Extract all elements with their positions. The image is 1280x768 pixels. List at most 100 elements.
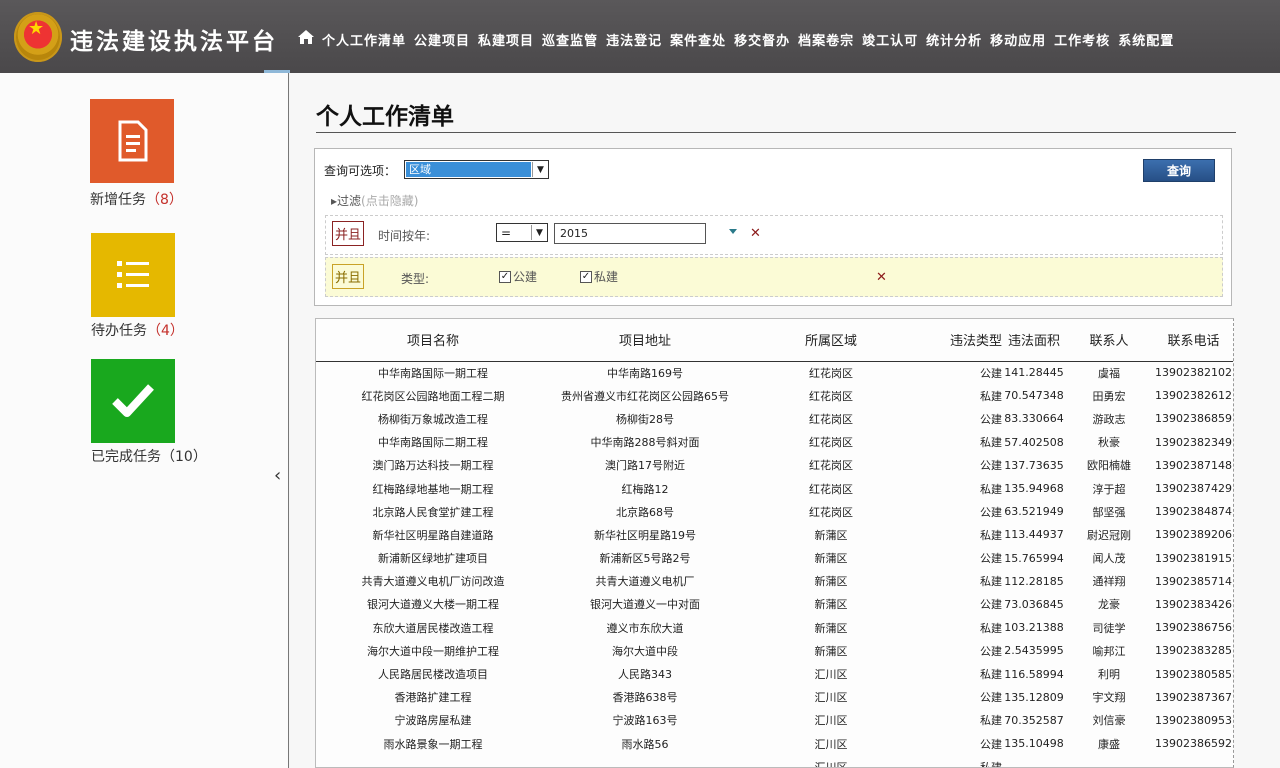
table-row[interactable]: 东欣大道居民楼改造工程 遵义市东欣大道 新蒲区 私建 103.21388 司徒学 13902… [316,616,1233,639]
table-cell: 13902382612 [1155,389,1232,403]
table-cell: 公建 [980,505,1002,519]
table-row[interactable]: 香港路扩建工程 香港路638号 汇川区 公建 135.12809 宇文翔 139023873… [316,686,1233,709]
year-input[interactable]: 2015 [554,223,706,244]
table-cell: 135.12809 [1004,690,1064,704]
table-row[interactable]: 新浦新区绿地扩建项目 新浦新区5号路2号 新蒲区 公建 15.765994 闻人茂 1390… [316,547,1233,570]
table-cell: 杨柳街28号 [616,412,674,426]
nav-item-patrol[interactable]: 巡查监管 [542,30,606,49]
table-cell: 公建 [980,459,1002,473]
year-field-label: 时间按年: [378,229,431,243]
table-cell: 135.94968 [1004,482,1064,496]
table-cell: 尉迟冠刚 [1087,528,1131,542]
completed-task-label[interactable]: 已完成任务（10） [91,446,207,466]
table-cell: 新浦新区绿地扩建项目 [378,552,488,566]
home-icon[interactable] [296,27,316,47]
pending-task-tile[interactable] [91,233,175,317]
table-cell: 公建 [980,737,1002,751]
table-row[interactable]: 共青大道遵义电机厂访问改造 共青大道遵义电机厂 新蒲区 私建 112.28185 通祥翔 1… [316,570,1233,593]
nav-item-statistics[interactable]: 统计分析 [926,30,990,49]
table-cell: 公建 [980,691,1002,705]
nav-item-assessment[interactable]: 工作考核 [1054,30,1118,49]
table-cell: 57.402508 [1004,435,1064,449]
table-cell: 遵义市东欣大道 [606,621,684,635]
nav-item-transfer[interactable]: 移交督办 [734,30,798,49]
table-cell: 私建 [980,436,1002,450]
nav-item-violation-register[interactable]: 违法登记 [606,30,670,49]
query-option-select[interactable]: 区域 ▼ [404,160,549,179]
new-task-tile[interactable] [90,99,174,183]
remove-condition-icon[interactable]: ✕ [876,270,887,285]
table-cell: 13902383285 [1155,644,1232,658]
table-row[interactable]: 北京路人民食堂扩建工程 北京路68号 红花岗区 公建 63.521949 郜坚强 13902… [316,500,1233,523]
table-cell: 汇川区 [814,737,848,751]
table-cell: 公建 [980,366,1002,380]
completed-task-tile[interactable] [91,359,175,443]
column-header[interactable]: 违法类型 [922,319,1002,362]
table-cell: 宁波路房屋私建 [394,714,472,728]
nav-item-settings[interactable]: 系统配置 [1118,30,1182,49]
table-cell: 汇川区 [814,691,848,705]
condition-row-year: 并且 时间按年: = ▼ 2015 ✕ [325,215,1223,255]
table-row[interactable]: 宁波路房屋私建 宁波路163号 汇川区 私建 70.352587 刘信豪 139023809… [316,709,1233,732]
table-row[interactable]: 红梅路绿地基地一期工程 红梅路12 红花岗区 私建 135.94968 淳于超 139023… [316,477,1233,500]
nav-item-archives[interactable]: 档案卷宗 [798,30,862,49]
table-row[interactable]: 雨水路景象一期工程 雨水路56 汇川区 公建 135.10498 康盛 1390238659… [316,732,1233,755]
table-row[interactable]: 红花岗区公园路地面工程二期 贵州省遵义市红花岗区公园路65号 红花岗区 私建 70.54… [316,384,1233,407]
table-cell: 红梅路12 [621,482,669,496]
pending-task-label[interactable]: 待办任务（4） [91,320,184,340]
table-cell: 13902386756 [1155,621,1232,635]
nav-item-private-projects[interactable]: 私建项目 [478,30,542,49]
table-cell: 澳门路17号附近 [605,459,685,473]
column-header[interactable]: 联系电话 [1152,319,1233,362]
nav-item-mobile[interactable]: 移动应用 [990,30,1054,49]
table-cell: 中华南路国际一期工程 [378,366,488,380]
new-task-label[interactable]: 新增任务（8） [90,189,183,209]
type-public-checkbox[interactable]: ✓ 公建 [499,268,537,285]
and-button[interactable]: 并且 [332,221,364,246]
query-button[interactable]: 查询 [1143,159,1215,182]
table-row[interactable]: 杨柳街万象城改造工程 杨柳街28号 红花岗区 公建 83.330664 游政志 139023… [316,407,1233,430]
nav-item-public-projects[interactable]: 公建项目 [414,30,478,49]
table-row[interactable]: 新华社区明星路自建道路 新华社区明星路19号 新蒲区 私建 113.44937 尉迟冠刚 1… [316,523,1233,546]
table-cell: 红花岗区 [809,436,853,450]
table-cell: 喻邦江 [1092,644,1126,658]
table-row[interactable]: 海尔大道中段一期维护工程 海尔大道中段 新蒲区 公建 2.5435995 喻邦江 13902… [316,639,1233,662]
operator-select[interactable]: = ▼ [496,223,548,242]
table-cell: 宇文翔 [1092,691,1126,705]
table-row[interactable]: 澳门路万达科技一期工程 澳门路17号附近 红花岗区 公建 137.73635 欧阳楠雄 13… [316,454,1233,477]
table-cell: 13902386859 [1155,412,1232,426]
table-row[interactable]: 银河大道遵义大楼一期工程 银河大道遵义一中对面 新蒲区 公建 73.036845 龙豪 13… [316,593,1233,616]
table-cell: 13902387367 [1155,690,1232,704]
table-row[interactable]: 汇川区 私建 [316,755,1233,767]
table-cell: 137.73635 [1004,458,1064,472]
nav-item-personal-worklist[interactable]: 个人工作清单 [322,30,414,49]
table-cell: 63.521949 [1004,505,1064,519]
table-cell: 田勇宏 [1092,389,1126,403]
main-content: 个人工作清单 查询可选项： 区域 ▼ 查询 ▸过滤(点击隐藏) 并且 时间按年:… [290,73,1280,768]
nav-item-case-handling[interactable]: 案件查处 [670,30,734,49]
nav-item-completion[interactable]: 竣工认可 [862,30,926,49]
column-header[interactable]: 项目地址 [550,319,740,362]
type-private-checkbox[interactable]: ✓ 私建 [580,268,618,285]
and-button[interactable]: 并且 [332,264,364,289]
query-panel: 查询可选项： 区域 ▼ 查询 ▸过滤(点击隐藏) 并且 时间按年: = ▼ 20… [314,148,1232,306]
column-header[interactable]: 所属区域 [740,319,922,362]
remove-condition-icon[interactable]: ✕ [750,226,761,241]
table-cell [550,755,740,767]
filter-toggle[interactable]: ▸过滤(点击隐藏) [331,192,418,209]
filter-hint: (点击隐藏) [361,194,419,208]
table-cell: 公建 [980,552,1002,566]
column-header[interactable]: 违法面积 [1002,319,1066,362]
checkbox-checked-icon: ✓ [580,270,592,283]
dropdown-arrow-icon[interactable] [729,229,737,234]
table-cell: 公建 [980,644,1002,658]
column-header[interactable]: 联系人 [1066,319,1152,362]
collapse-sidebar-chevron-icon[interactable]: ‹ [274,465,281,486]
table-cell: 康盛 [1098,737,1120,751]
table-cell: 公建 [980,598,1002,612]
table-row[interactable]: 中华南路国际一期工程 中华南路169号 红花岗区 公建 141.28445 虞福 13902… [316,361,1233,384]
table-row[interactable]: 中华南路国际二期工程 中华南路288号斜对面 红花岗区 私建 57.402508 秋豪 13… [316,431,1233,454]
table-row[interactable]: 人民路居民楼改造项目 人民路343 汇川区 私建 116.58994 利明 13902380… [316,662,1233,685]
table-cell [1066,755,1152,767]
column-header[interactable]: 项目名称 [316,319,550,362]
